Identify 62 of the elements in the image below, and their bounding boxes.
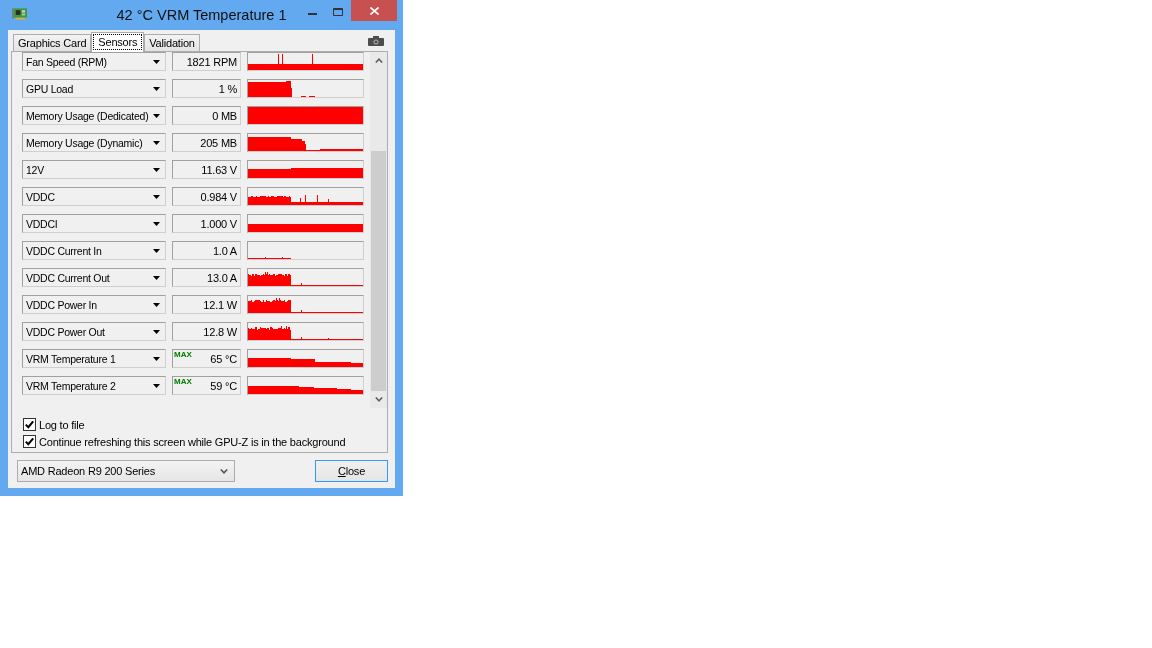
sensor-dropdown[interactable]: VDDC Power In: [22, 295, 166, 314]
vertical-scrollbar[interactable]: [370, 52, 387, 408]
sensor-dropdown[interactable]: GPU Load: [22, 79, 166, 98]
sensor-reading: 205 MB: [200, 136, 237, 149]
sensor-reading: 0 MB: [212, 109, 237, 122]
sensor-reading: 1 %: [218, 82, 237, 95]
sensor-dropdown[interactable]: VDDC: [22, 187, 166, 206]
caret-icon: [153, 356, 160, 361]
caret-icon: [153, 140, 160, 145]
caret-icon: [153, 329, 160, 334]
sensor-dropdown[interactable]: VDDC Current In: [22, 241, 166, 260]
close-window-button[interactable]: [351, 0, 397, 21]
checkbox-label[interactable]: Log to file: [39, 418, 85, 431]
caret-icon: [153, 194, 160, 199]
sensor-dropdown[interactable]: Fan Speed (RPM): [22, 52, 166, 71]
sensor-reading: 59 °C: [210, 379, 237, 392]
max-tag: MAX: [174, 377, 192, 386]
sensor-dropdown[interactable]: Memory Usage (Dedicated): [22, 106, 166, 125]
caret-icon: [153, 86, 160, 91]
tab[interactable]: Validation: [144, 34, 200, 51]
sensor-dropdown[interactable]: 12V: [22, 160, 166, 179]
sensor-reading: 13.0 A: [207, 271, 237, 284]
device-dropdown[interactable]: AMD Radeon R9 200 Series: [17, 460, 235, 482]
scroll-down-icon[interactable]: [374, 397, 383, 402]
checkbox[interactable]: [23, 418, 36, 431]
sensor-reading: 12.8 W: [203, 325, 237, 338]
sensor-reading: 1.0 A: [212, 244, 237, 257]
caret-icon: [153, 275, 160, 280]
chevron-down-icon: [220, 468, 228, 474]
tab[interactable]: Graphics Card: [13, 34, 92, 51]
caret-icon: [153, 59, 160, 64]
scrollbar-thumb[interactable]: [371, 151, 386, 391]
caret-icon: [153, 383, 160, 388]
tab[interactable]: Sensors: [91, 32, 145, 52]
sensor-dropdown[interactable]: VDDC Power Out: [22, 322, 166, 341]
window-title: 42 °C VRM Temperature 1: [116, 6, 287, 25]
close-icon: [369, 7, 379, 15]
checkbox[interactable]: [23, 435, 36, 448]
max-tag: MAX: [174, 350, 192, 359]
caret-icon: [153, 248, 160, 253]
sensor-dropdown[interactable]: VDDC Current Out: [22, 268, 166, 287]
caret-icon: [153, 302, 160, 307]
sensor-reading: 65 °C: [210, 352, 237, 365]
sensor-dropdown[interactable]: VRM Temperature 1: [22, 349, 166, 368]
scroll-up-icon[interactable]: [374, 58, 383, 63]
caret-icon: [153, 221, 160, 226]
sensor-reading: 11.63 V: [201, 163, 237, 176]
checkbox-label[interactable]: Continue refreshing this screen while GPU-Z is in the background: [39, 435, 346, 448]
sensor-reading: 12.1 W: [203, 298, 237, 311]
sensor-dropdown[interactable]: VDDCI: [22, 214, 166, 233]
minimize-icon: [307, 13, 317, 15]
caret-icon: [153, 113, 160, 118]
sensor-reading: 1821 RPM: [186, 55, 237, 68]
close-button[interactable]: Close: [315, 460, 388, 482]
caret-icon: [153, 167, 160, 172]
sensor-reading: 1.000 V: [200, 217, 237, 230]
sensor-dropdown[interactable]: VRM Temperature 2: [22, 376, 166, 395]
sensor-reading: 0.984 V: [200, 190, 237, 203]
circuit-board-icon: [12, 6, 27, 21]
camera-icon[interactable]: [368, 35, 384, 46]
sensor-dropdown[interactable]: Memory Usage (Dynamic): [22, 133, 166, 152]
maximize-icon: [333, 8, 343, 16]
